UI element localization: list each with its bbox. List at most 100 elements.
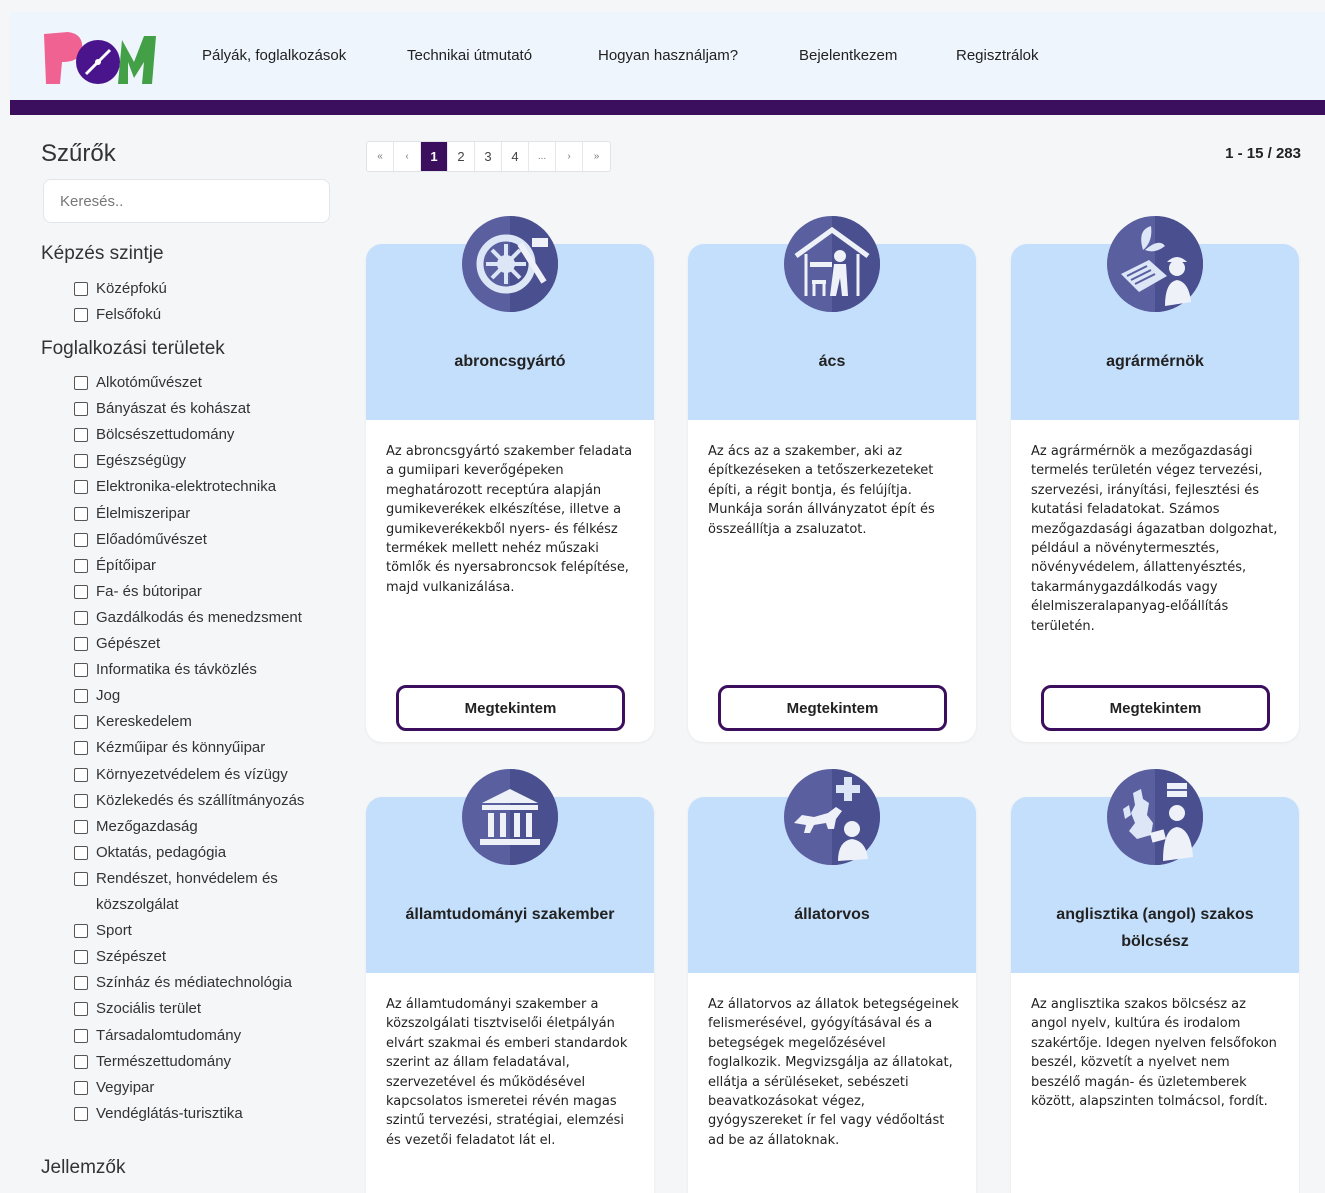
card-title[interactable]: agrármérnök [1021,348,1289,375]
top-navbar: Pályák, foglalkozások Technikai útmutató… [10,12,1325,100]
checkbox-icon[interactable] [74,610,88,625]
area-checkbox[interactable]: Bányászat és kohászat [74,399,250,425]
checkbox-icon[interactable] [74,506,88,521]
page-last-button[interactable]: » [583,142,610,171]
checkbox-icon[interactable] [74,637,88,651]
page-4-button[interactable]: 4 [502,142,529,171]
area-checkbox[interactable]: Kereskedelem [74,712,192,738]
nav-link-howto[interactable]: Hogyan használjam? [598,47,738,64]
checkbox-icon[interactable] [74,376,88,390]
area-checkbox[interactable]: Bölcsészettudomány [74,425,234,451]
tire-tools-icon [462,216,558,312]
card-title[interactable]: államtudományi szakember [376,901,644,928]
checkbox-icon[interactable] [74,428,88,443]
area-checkbox[interactable]: Egészségügy [74,451,186,477]
card-description: Az államtudományi szakember a közszolgál… [386,997,628,1148]
area-checkbox[interactable]: Kézműipar és könnyűipar [74,738,265,764]
career-card: anglisztika (angol) szakos bölcsész Az a… [1011,769,1299,1193]
area-checkbox[interactable]: Mezőgazdaság [74,817,198,843]
page-first-button[interactable]: « [367,142,394,171]
nav-link-guide[interactable]: Technikai útmutató [407,47,532,64]
career-card: állatorvos Az állatorvos az állatok bete… [688,769,976,1193]
level-checkbox[interactable]: Felsőfokú [74,305,161,331]
area-checkbox[interactable]: Vendéglátás-turisztika [74,1104,243,1130]
checkbox-icon[interactable] [74,558,88,573]
area-checkbox[interactable]: Gépészet [74,634,160,660]
checkbox-icon[interactable] [74,715,88,730]
checkbox-icon[interactable] [74,924,88,939]
checkbox-icon[interactable] [74,308,88,322]
page-next-button[interactable]: › [556,142,583,171]
checkbox-icon[interactable] [74,793,88,808]
area-checkbox[interactable]: Élelmiszeripar [74,504,190,530]
checkbox-icon[interactable] [74,689,88,704]
checkbox-icon[interactable] [74,1028,88,1043]
checkbox-icon[interactable] [74,532,88,547]
checkbox-icon[interactable] [74,767,88,782]
area-checkbox[interactable]: Közlekedés és szállítmányozás [74,791,304,817]
card-title[interactable]: ács [698,348,966,375]
card-description: Az abroncsgyártó szakember feladata a gu… [386,444,633,595]
page-1-button[interactable]: 1 [421,142,448,171]
view-button[interactable]: Megtekintem [718,685,947,731]
area-checkbox[interactable]: Gazdálkodás és menedzsment [74,608,302,634]
checkbox-icon[interactable] [74,282,88,296]
checkbox-icon[interactable] [74,950,88,965]
area-checkbox[interactable]: Elektronika-elektrotechnika [74,477,276,503]
search-input[interactable] [43,179,330,223]
area-checkbox[interactable]: Társadalomtudomány [74,1026,241,1052]
checkbox-icon[interactable] [74,1080,88,1095]
checkbox-icon[interactable] [74,1106,88,1121]
checkbox-icon[interactable] [74,871,88,886]
checkbox-icon[interactable] [74,845,88,860]
nav-link-login[interactable]: Bejelentkezem [799,47,897,64]
card-title[interactable]: abroncsgyártó [376,348,644,375]
checkbox-icon[interactable] [74,1054,88,1069]
area-checkbox[interactable]: Természettudomány [74,1052,231,1078]
checkbox-icon[interactable] [74,454,88,469]
area-checkbox[interactable]: Oktatás, pedagógia [74,843,226,869]
area-checkbox[interactable]: Előadóművészet [74,530,207,556]
area-checkbox[interactable]: Alkotóművészet [74,373,202,399]
pam-logo[interactable] [40,26,160,90]
area-checkbox[interactable]: Fa- és bútoripar [74,582,202,608]
card-description: Az agrármérnök a mezőgazdasági termelés … [1031,444,1278,634]
uk-map-scholar-icon [1107,769,1203,865]
area-checkbox[interactable]: Jog [74,686,120,712]
view-button[interactable]: Megtekintem [396,685,625,731]
checkbox-icon[interactable] [74,584,88,599]
checkbox-icon[interactable] [74,480,88,495]
header-accent-bar [10,100,1325,115]
area-checkbox[interactable]: Környezetvédelem és vízügy [74,765,288,791]
checkbox-icon[interactable] [74,402,88,417]
area-checkbox[interactable]: Szociális terület [74,999,201,1025]
page-prev-button[interactable]: ‹ [394,142,421,171]
page-2-button[interactable]: 2 [448,142,475,171]
area-checkbox[interactable]: Színház és médiatechnológia [74,973,292,999]
features-filter-title: Jellemzők [41,1157,126,1178]
career-card: agrármérnök Az agrármérnök a mezőgazdasá… [1011,216,1299,742]
area-checkbox[interactable]: Rendészet, honvédelem és [74,869,278,895]
level-checkbox[interactable]: Középfokú [74,279,167,305]
checkbox-icon[interactable] [74,663,88,678]
nav-link-register[interactable]: Regisztrálok [956,47,1039,64]
area-checkbox[interactable]: Szépészet [74,947,166,973]
checkbox-icon[interactable] [74,819,88,834]
checkbox-icon[interactable] [74,976,88,991]
checkbox-icon[interactable] [74,741,88,756]
page-3-button[interactable]: 3 [475,142,502,171]
filters-title: Szűrők [41,140,116,167]
checkbox-icon[interactable] [74,1002,88,1017]
career-card: államtudományi szakember Az államtudomán… [366,769,654,1193]
page-ellipsis: ... [529,142,556,171]
career-card: ács Az ács az a szakember, aki az építke… [688,216,976,742]
area-checkbox-label-continuation: közszolgálat [96,896,179,913]
card-title[interactable]: anglisztika (angol) szakos bölcsész [1041,901,1269,955]
area-checkbox[interactable]: Vegyipar [74,1078,154,1104]
area-checkbox[interactable]: Informatika és távközlés [74,660,257,686]
card-title[interactable]: állatorvos [698,901,966,928]
area-checkbox[interactable]: Sport [74,921,132,947]
area-checkbox[interactable]: Építőipar [74,556,156,582]
nav-link-careers[interactable]: Pályák, foglalkozások [202,47,346,64]
view-button[interactable]: Megtekintem [1041,685,1270,731]
